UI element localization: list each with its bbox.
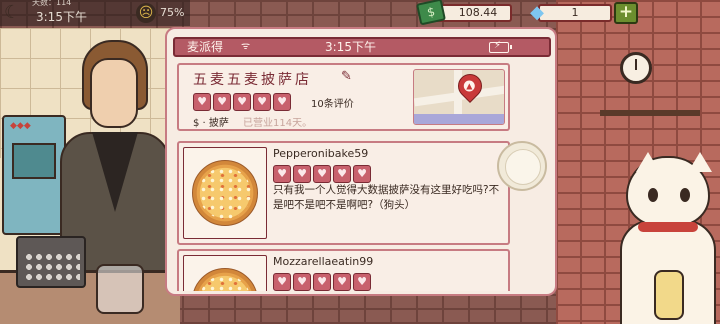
- heart-icon: ♥: [333, 165, 351, 183]
- heart-icon: ♥: [293, 165, 311, 183]
- shop-rating-hearts: ♥ ♥ ♥ ♥ ♥: [193, 93, 291, 111]
- phone-app-window: 麦派得 ᯤ 3:15下午 ⚡ 五麦五麦披萨店 ✎ ♥ ♥ ♥ ♥ ♥ 10条评价…: [165, 27, 557, 296]
- signal-icon: ᯤ: [241, 41, 251, 52]
- money-display: 108.44: [434, 4, 512, 22]
- phone-time: 3:15下午: [325, 40, 376, 54]
- hud-left-panel: ☾ 天数：114 3:15下午 ☹ 75%: [0, 0, 190, 26]
- lucky-cat-eye: [680, 188, 690, 202]
- charging-bolt-icon: ⚡: [494, 40, 502, 51]
- heart-icon: ♥: [293, 273, 311, 291]
- review-text: 只有我一个人觉得大数据披萨没有这里好吃吗?不是吧不是吧不是啊吧?（狗头）: [273, 184, 500, 211]
- heart-icon: ♥: [273, 273, 291, 291]
- review-card: Mozzarellaeatin99 ♥ ♥ ♥ ♥ ♥: [177, 249, 510, 291]
- home-button[interactable]: [497, 141, 547, 191]
- heart-icon: ♥: [353, 165, 371, 183]
- review-count: 10条评价: [311, 99, 354, 110]
- heart-icon: ♥: [193, 93, 211, 111]
- lucky-cat-coin: [654, 270, 684, 320]
- pizza-image: [192, 268, 258, 291]
- heart-icon: ♥: [333, 273, 351, 291]
- day-counter: 天数：114: [32, 0, 72, 7]
- heart-icon: ♥: [313, 273, 331, 291]
- heart-icon: ♥: [313, 165, 331, 183]
- map-river: [414, 114, 504, 124]
- lucky-cat-eye: [648, 188, 658, 202]
- pizza-image: [192, 160, 258, 226]
- wall-shelf: [600, 110, 700, 116]
- review-card: Pepperonibake59 ♥ ♥ ♥ ♥ ♥ 只有我一个人觉得大数据披萨没…: [177, 141, 510, 245]
- register-keys: [24, 252, 80, 282]
- arcade-machine: ◆◆◆: [2, 115, 66, 235]
- lucky-cat-collar: [638, 222, 698, 232]
- game-time: 3:15下午: [36, 10, 87, 24]
- pencil-icon[interactable]: ✎: [341, 69, 352, 84]
- review-pizza-photo: [183, 147, 267, 239]
- battery-charging-icon: ⚡: [489, 40, 512, 53]
- tip-jar[interactable]: [96, 264, 144, 314]
- shop-name: 五麦五麦披萨店: [193, 72, 312, 88]
- mood-percent: 75%: [160, 6, 185, 19]
- review-rating-hearts: ♥ ♥ ♥ ♥ ♥: [273, 273, 371, 291]
- days-open: 已营业114天。: [243, 118, 313, 129]
- add-gems-button[interactable]: +: [614, 2, 638, 24]
- lucky-cat-head: [626, 152, 712, 226]
- shop-info-card: 五麦五麦披萨店 ✎ ♥ ♥ ♥ ♥ ♥ 10条评价 $ · 披萨 已营业114天…: [177, 63, 510, 131]
- gem-display: 1: [538, 4, 612, 22]
- pizza-slice-icon: ▲: [463, 80, 475, 92]
- app-name: 麦派得: [187, 40, 224, 54]
- review-pizza-photo: [183, 255, 267, 291]
- cash-register[interactable]: [16, 236, 86, 288]
- mood-face-icon: ☹: [136, 3, 156, 23]
- wall-clock-icon: [620, 52, 652, 84]
- shop-map-thumbnail[interactable]: ▲: [413, 69, 505, 125]
- moon-icon: ☾: [4, 2, 21, 23]
- lucky-cat-ear: [688, 152, 712, 172]
- phone-status-bar: 麦派得 ᯤ 3:15下午 ⚡: [173, 37, 551, 57]
- diamond-icon: ◆: [530, 2, 544, 23]
- heart-icon: ♥: [273, 165, 291, 183]
- heart-icon: ♥: [353, 273, 371, 291]
- review-rating-hearts: ♥ ♥ ♥ ♥ ♥: [273, 165, 371, 183]
- price-category: $ · 披萨: [193, 118, 229, 129]
- reviewer-name: Mozzarellaeatin99: [273, 255, 374, 268]
- lucky-cat: [620, 150, 720, 324]
- heart-icon: ♥: [273, 93, 291, 111]
- arcade-sign: ◆◆◆: [10, 121, 31, 131]
- heart-icon: ♥: [213, 93, 231, 111]
- review-scroll-area[interactable]: 五麦五麦披萨店 ✎ ♥ ♥ ♥ ♥ ♥ 10条评价 $ · 披萨 已营业114天…: [173, 63, 516, 291]
- heart-icon: ♥: [253, 93, 271, 111]
- customer-face: [90, 58, 138, 128]
- lucky-cat-ear: [636, 152, 660, 172]
- reviewer-name: Pepperonibake59: [273, 147, 369, 160]
- heart-icon: ♥: [233, 93, 251, 111]
- arcade-screen: [12, 143, 56, 179]
